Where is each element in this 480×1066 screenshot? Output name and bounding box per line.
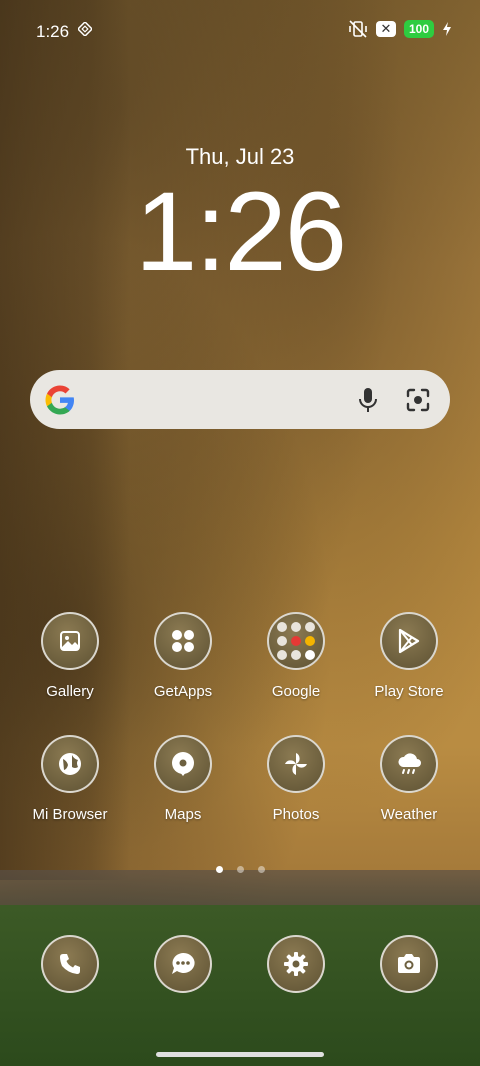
page-dot[interactable]: [215, 866, 223, 873]
app-label: Google: [271, 683, 321, 700]
status-time: 1:26: [36, 22, 70, 41]
battery-icon: 100: [403, 20, 434, 38]
app-maps[interactable]: Maps: [128, 735, 238, 823]
page-indicator[interactable]: [0, 866, 480, 873]
nfc-icon: [78, 22, 92, 36]
messages-icon: [154, 935, 212, 993]
mic-icon[interactable]: [356, 386, 380, 414]
getapps-icon: [154, 612, 212, 670]
maps-icon: [154, 735, 212, 793]
phone-icon: [41, 935, 99, 993]
google-search-bar[interactable]: [30, 370, 450, 429]
settings-icon: [267, 935, 325, 993]
weather-icon: [380, 735, 438, 793]
vibrate-off-icon: [349, 20, 367, 38]
app-label: Maps: [164, 806, 202, 823]
close-badge-icon: ✕: [375, 21, 396, 37]
app-photos[interactable]: Photos: [241, 735, 351, 823]
google-logo-icon: [45, 385, 74, 415]
clock-time[interactable]: 1:26: [0, 172, 480, 292]
app-mi-browser[interactable]: Mi Browser: [15, 735, 125, 823]
app-play-store[interactable]: Play Store: [354, 612, 464, 700]
gesture-home-bar[interactable]: [156, 1052, 324, 1057]
app-getapps[interactable]: GetApps: [128, 612, 238, 700]
lens-icon[interactable]: [404, 386, 432, 414]
dock-phone[interactable]: [15, 935, 125, 993]
dock-camera[interactable]: [354, 935, 464, 993]
app-label: Gallery: [46, 683, 94, 700]
gallery-icon: [41, 612, 99, 670]
page-dot[interactable]: [257, 866, 265, 873]
status-bar: 1:26 ✕ 100: [0, 0, 480, 62]
app-label: Photos: [272, 806, 320, 823]
photos-icon: [267, 735, 325, 793]
charging-bolt-icon: [443, 22, 451, 36]
camera-icon: [380, 935, 438, 993]
app-label: Mi Browser: [32, 806, 108, 823]
app-label: GetApps: [153, 683, 213, 700]
dock-settings[interactable]: [241, 935, 351, 993]
dock-messages[interactable]: [128, 935, 238, 993]
google-folder-icon: [267, 612, 325, 670]
browser-icon: [41, 735, 99, 793]
app-gallery[interactable]: Gallery: [15, 612, 125, 700]
clock-date[interactable]: Thu, Jul 23: [0, 144, 480, 170]
app-label: Weather: [380, 806, 438, 823]
play-store-icon: [380, 612, 438, 670]
app-weather[interactable]: Weather: [354, 735, 464, 823]
app-label: Play Store: [374, 683, 444, 700]
page-dot[interactable]: [236, 866, 244, 873]
app-google-folder[interactable]: Google: [241, 612, 351, 700]
